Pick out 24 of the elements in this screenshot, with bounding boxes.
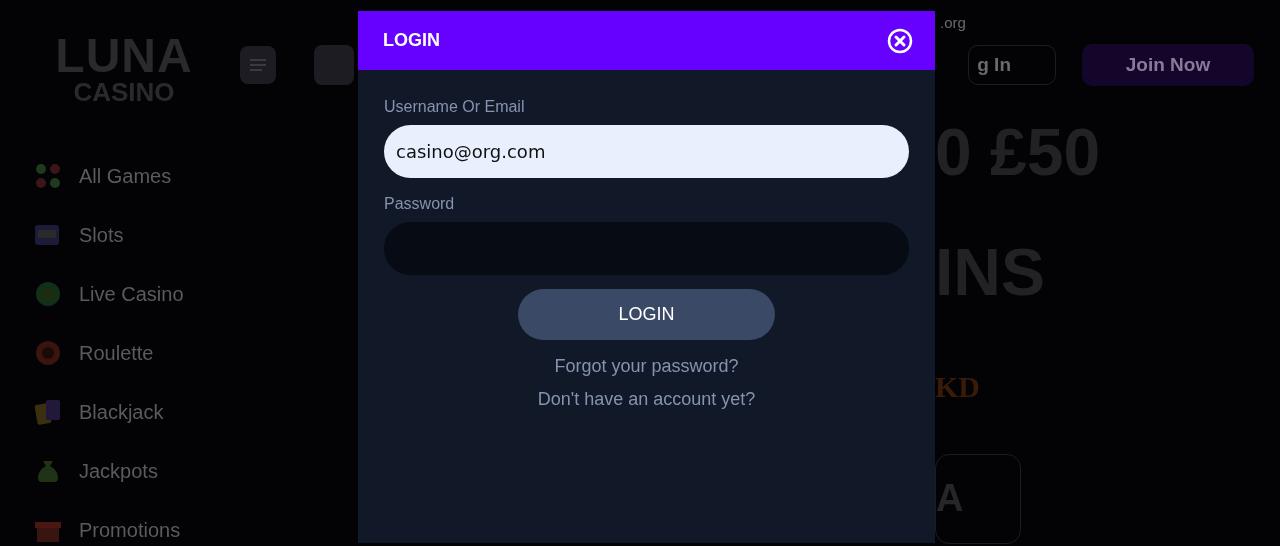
link[interactable]: Don't have an account yet? — [537, 389, 756, 410]
roulette-icon — [34, 339, 62, 367]
field-label: Username Or Email — [384, 98, 526, 116]
playing-cards-icon — [34, 398, 62, 426]
sidebar-item[interactable]: Jackpots — [34, 457, 240, 485]
link[interactable]: Forgot your password? — [554, 356, 739, 377]
menu-icon — [250, 59, 266, 71]
email-field[interactable]: casino@org.com — [384, 125, 909, 178]
sidebar-item[interactable]: Promotions — [34, 516, 240, 544]
sign-in-button[interactable]: g In — [968, 45, 1056, 85]
sidebar-item[interactable]: Blackjack — [34, 398, 240, 426]
chip-icon — [34, 280, 62, 308]
menu-button[interactable] — [240, 46, 276, 84]
sidebar-item[interactable]: Slots — [34, 221, 240, 249]
sidebar-item[interactable]: Roulette — [34, 339, 240, 367]
field-label: Password — [384, 195, 456, 213]
header-button[interactable] — [314, 45, 354, 85]
login-submit-button[interactable]: LOGIN — [518, 289, 775, 340]
close-icon[interactable] — [887, 27, 913, 54]
site-text: .org — [940, 13, 966, 31]
dialog-title: LOGIN — [383, 30, 440, 51]
join-button[interactable]: Join Now — [1082, 44, 1254, 86]
sidebar-item[interactable]: Live Casino — [34, 280, 240, 308]
sidebar-item[interactable]: All Games — [34, 162, 240, 190]
